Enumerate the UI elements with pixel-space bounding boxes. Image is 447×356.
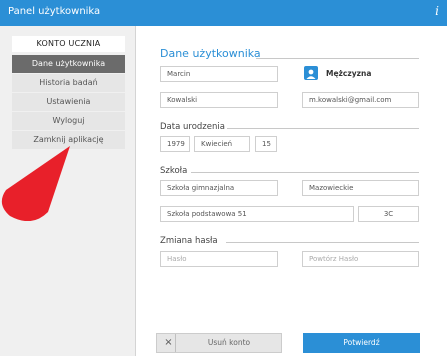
main-content: Dane użytkownika Marcin Mężczyzna Kowals… [136, 26, 447, 356]
school-name-field[interactable]: Szkoła podstawowa 51 [160, 206, 354, 222]
birth-year-field[interactable]: 1979 [160, 136, 190, 152]
gender-label[interactable]: Mężczyzna [326, 69, 371, 78]
section-divider [227, 128, 419, 129]
section-title-password: Zmiana hasła [160, 236, 218, 246]
repeat-password-field[interactable]: Powtórz Hasło [302, 251, 419, 267]
close-icon: × [162, 334, 176, 352]
first-name-field[interactable]: Marcin [160, 66, 278, 82]
section-divider [256, 58, 419, 59]
sidebar-item-user-data[interactable]: Dane użytkownika [12, 55, 125, 73]
user-icon [304, 66, 318, 80]
class-field[interactable]: 3C [358, 206, 419, 222]
sidebar-nav: Dane użytkownika Historia badań Ustawien… [12, 55, 125, 150]
region-field[interactable]: Mazowieckie [302, 180, 419, 196]
section-divider [226, 242, 419, 243]
birth-day-field[interactable]: 15 [255, 136, 277, 152]
email-field[interactable]: m.kowalski@gmail.com [302, 92, 419, 108]
delete-account-button[interactable]: × Usuń konto [156, 333, 282, 353]
section-title-user-data: Dane użytkownika [160, 47, 261, 60]
account-header: KONTO UCZNIA [12, 36, 125, 52]
delete-account-label: Usuń konto [207, 338, 251, 347]
window-title: Panel użytkownika [8, 6, 101, 17]
section-title-school: Szkoła [160, 166, 188, 176]
pointer-cursor-icon [1, 146, 70, 221]
password-field[interactable]: Hasło [160, 251, 278, 267]
titlebar: Panel użytkownika i [0, 0, 447, 26]
sidebar-item-test-history[interactable]: Historia badań [12, 74, 125, 92]
info-icon[interactable]: i [435, 4, 439, 18]
confirm-button[interactable]: Potwierdź [303, 333, 420, 353]
birth-month-field[interactable]: Kwiecień [194, 136, 250, 152]
section-divider [191, 172, 419, 173]
last-name-field[interactable]: Kowalski [160, 92, 278, 108]
school-type-field[interactable]: Szkoła gimnazjalna [160, 180, 278, 196]
sidebar-item-settings[interactable]: Ustawienia [12, 93, 125, 111]
sidebar-item-logout[interactable]: Wyloguj [12, 112, 125, 130]
section-title-birth-date: Data urodzenia [160, 122, 225, 132]
